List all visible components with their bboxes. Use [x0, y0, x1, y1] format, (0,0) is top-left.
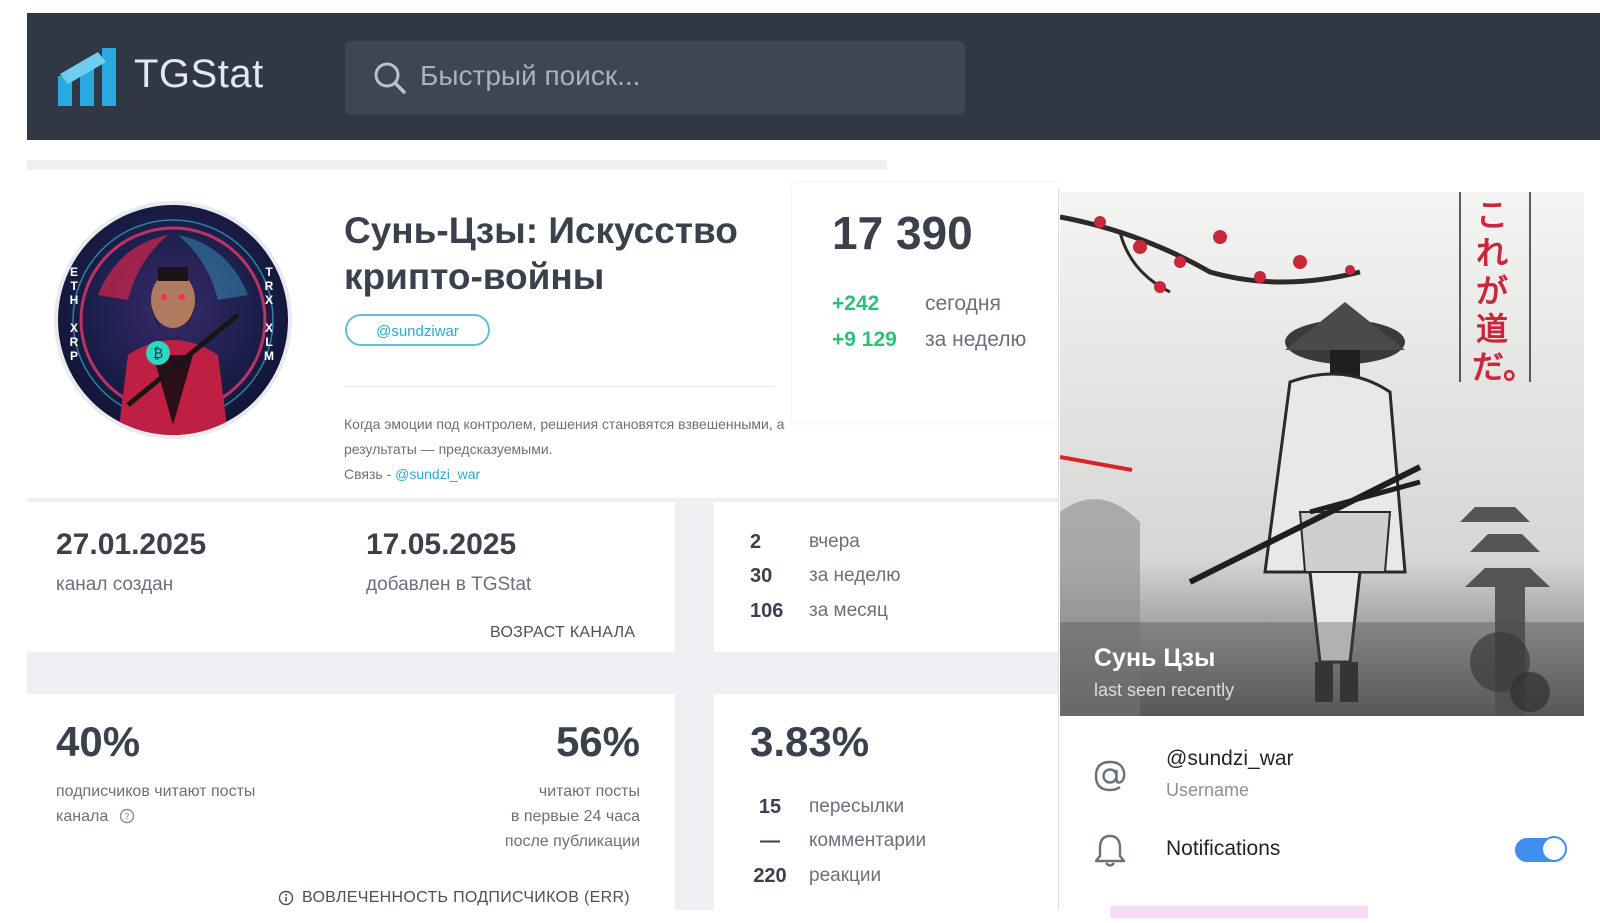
tgstat-logo-icon[interactable] — [58, 46, 118, 106]
channel-handle-badge[interactable]: @sundziwar — [345, 314, 490, 346]
read-percent: 40% — [56, 718, 141, 765]
backdrop-strip — [27, 160, 887, 170]
forwards-value: 15 — [758, 796, 782, 818]
subscribers-today: +242 сегодня — [832, 292, 1001, 315]
info-icon[interactable] — [278, 890, 294, 906]
first24-percent: 56% — [555, 718, 640, 765]
profile-status: last seen recently — [1094, 680, 1235, 700]
read-label: подписчиков читают посты канала ? — [56, 783, 256, 825]
posts-month-label: за месяц — [809, 600, 888, 621]
logo-text[interactable]: TGStat — [134, 52, 264, 97]
posts-yesterday-value: 2 — [750, 531, 762, 553]
svg-text:₿: ₿ — [153, 346, 163, 362]
forwards-label: пересылки — [809, 796, 905, 817]
subscribers-count: 17 390 — [832, 207, 973, 259]
age-section-label: ВОЗРАСТ КАНАЛА — [490, 624, 636, 641]
comments-label: комментарии — [809, 830, 927, 851]
profile-username-label: Username — [1166, 780, 1250, 800]
pink-strip — [1110, 906, 1368, 918]
reactions-label: реакции — [809, 865, 882, 886]
contact-label: Связь - — [344, 466, 396, 482]
help-icon[interactable]: ? — [119, 808, 135, 824]
subscribers-week: +9 129 за неделю — [832, 328, 1027, 351]
posts-week-value: 30 — [750, 565, 773, 587]
notifications-toggle-knob[interactable] — [1541, 836, 1567, 862]
added-label: добавлен в TGStat — [366, 574, 532, 595]
notifications-label: Notifications — [1166, 837, 1281, 860]
avatar-letters-right: TRX XLM — [264, 265, 274, 363]
search-placeholder: Быстрый поиск... — [420, 60, 641, 91]
posts-month-value: 106 — [750, 600, 784, 622]
at-sign-icon — [1094, 760, 1126, 792]
bell-icon — [1094, 834, 1126, 867]
first24-label: читают посты в первые 24 часа после публ… — [504, 783, 640, 850]
profile-username[interactable]: @sundzi_war — [1166, 747, 1294, 771]
vertical-japanese-text: これが道だ。 — [1472, 196, 1536, 386]
created-label: канал создан — [56, 574, 174, 595]
posts-yesterday-label: вчера — [809, 531, 860, 552]
engagement-section-label: ВОВЛЕЧЕННОСТЬ ПОДПИСЧИКОВ (ERR) — [302, 889, 630, 906]
avatar-letters-left: ETH XRP — [69, 265, 79, 363]
contact-link[interactable]: @sundzi_war — [395, 466, 480, 482]
channel-title: Сунь-Цзы: Искусство крипто-войны — [344, 210, 738, 297]
added-date: 17.05.2025 — [366, 528, 517, 561]
comments-value: — — [760, 830, 780, 852]
profile-name: Сунь Цзы — [1094, 644, 1216, 672]
channel-avatar[interactable]: ₿ — [58, 205, 288, 435]
er-percent: 3.83% — [750, 718, 870, 765]
header-divider — [344, 386, 774, 387]
created-date: 27.01.2025 — [56, 528, 207, 561]
posts-week-label: за неделю — [809, 565, 901, 586]
channel-description: Когда эмоции под контролем, решения стан… — [344, 416, 785, 482]
search-icon — [374, 62, 406, 94]
reactions-value: 220 — [753, 865, 787, 887]
svg-text:?: ? — [124, 812, 129, 823]
